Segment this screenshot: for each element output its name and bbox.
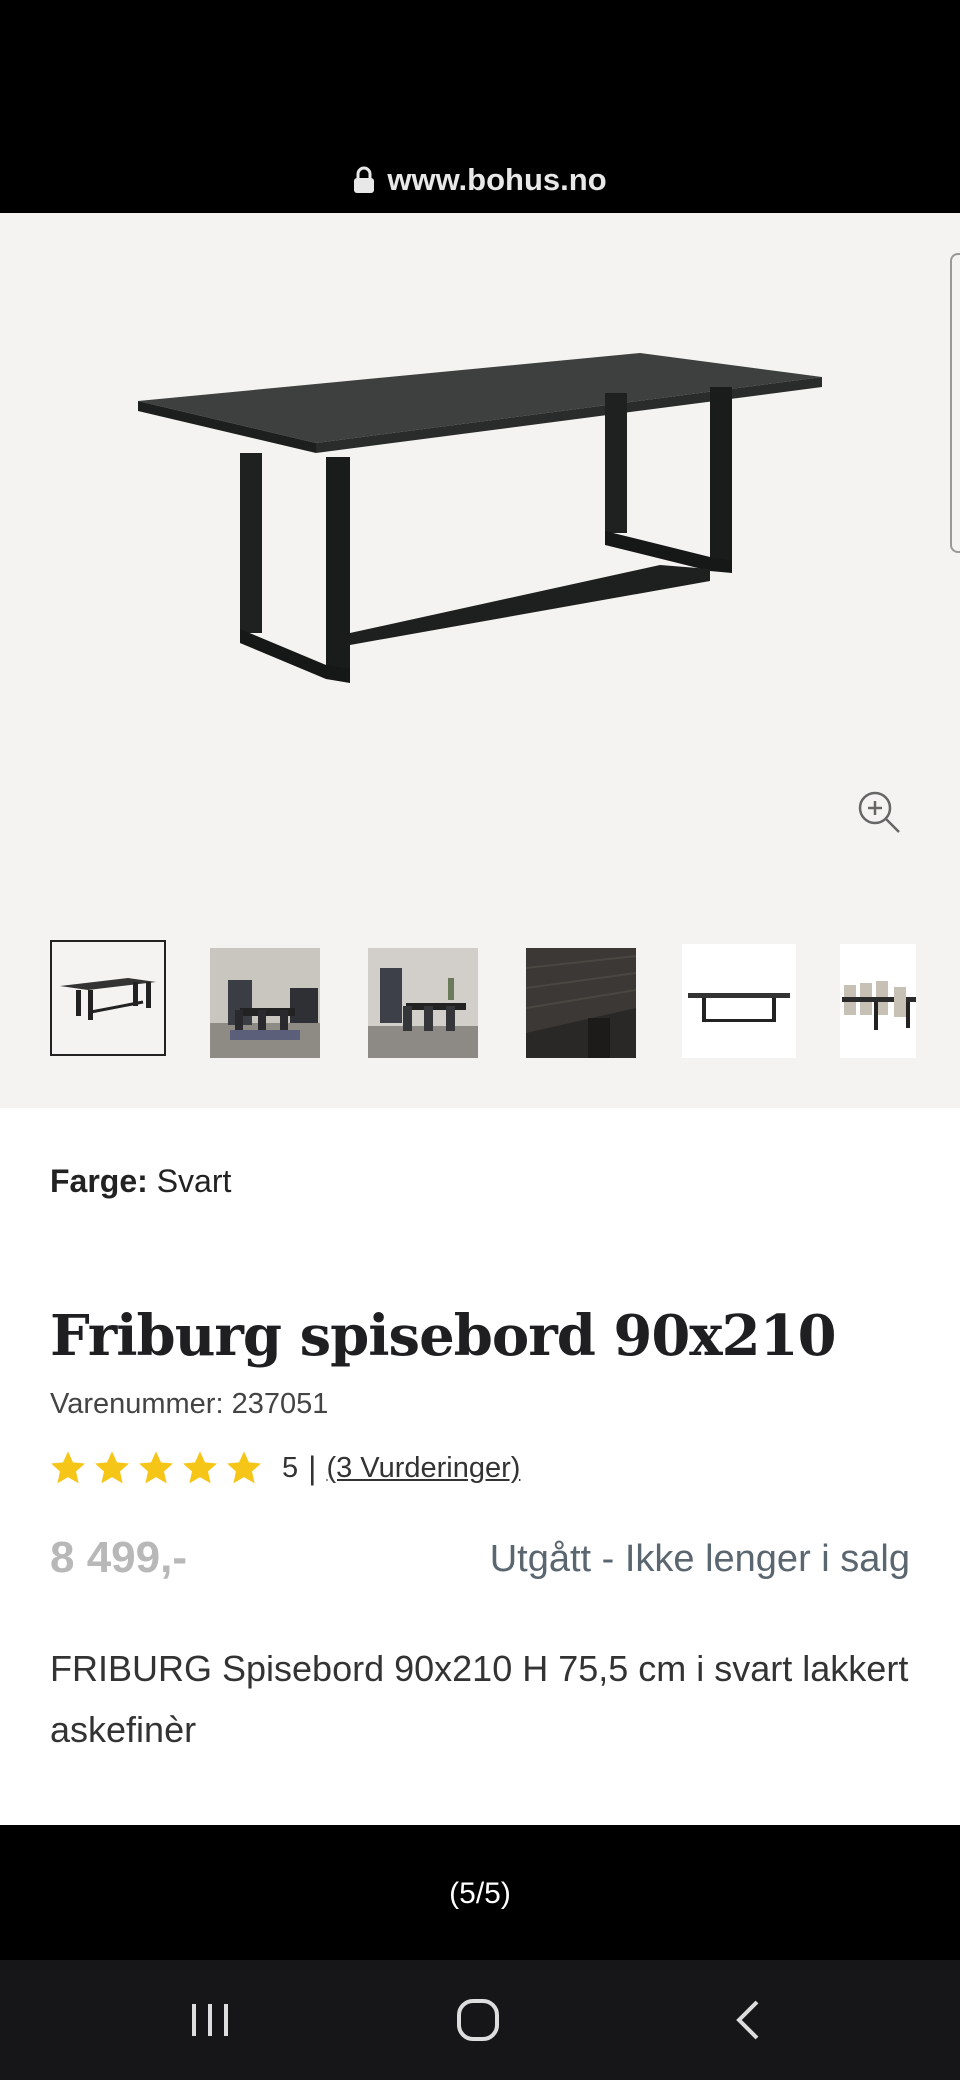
lock-icon xyxy=(353,166,375,194)
rating-value: 5 xyxy=(282,1451,299,1484)
image-counter: (5/5) xyxy=(449,1877,511,1910)
url-bar[interactable]: www.bohus.no xyxy=(0,162,960,198)
thumbnail-table-black[interactable] xyxy=(50,940,166,1056)
color-selector[interactable]: Farge: Svart xyxy=(50,1163,231,1200)
product-main-image[interactable] xyxy=(120,273,840,853)
product-gallery xyxy=(0,213,960,1108)
url-text: www.bohus.no xyxy=(387,162,607,197)
system-navigation-bar xyxy=(0,1960,960,2080)
zoom-in-icon[interactable] xyxy=(855,788,905,838)
product-price: 8 499,- xyxy=(50,1533,187,1582)
thumbnail-dining-room-1[interactable] xyxy=(210,948,320,1058)
star-icon xyxy=(183,1451,217,1484)
reviews-link[interactable]: (3 Vurderinger) xyxy=(326,1452,520,1485)
home-icon[interactable] xyxy=(438,1990,518,2050)
thumbnail-dining-room-2[interactable] xyxy=(368,948,478,1058)
product-info: Farge: Svart Friburg spisebord 90x210 Va… xyxy=(0,1108,960,1825)
thumbnail-wood-closeup[interactable] xyxy=(526,948,636,1058)
availability-status: Utgått - Ikke lenger i salg xyxy=(489,1538,910,1580)
product-description: FRIBURG Spisebord 90x210 H 75,5 cm i sva… xyxy=(50,1648,909,1750)
star-icon xyxy=(51,1451,85,1484)
thumbnail-table-side[interactable] xyxy=(682,944,796,1058)
star-icon xyxy=(227,1451,261,1484)
thumbnail-strip xyxy=(0,940,960,1070)
star-icon xyxy=(95,1451,129,1484)
thumbnail-table-with-chairs[interactable] xyxy=(840,944,916,1058)
rating-summary: 5 | (3 Vurderinger) xyxy=(48,1448,520,1488)
recent-apps-icon[interactable] xyxy=(170,1990,250,2050)
back-icon[interactable] xyxy=(708,1990,788,2050)
product-title: Friburg spisebord 90x210 xyxy=(50,1303,837,1369)
browser-top-bar: www.bohus.no xyxy=(0,0,960,213)
star-icon xyxy=(139,1451,173,1484)
rating-separator: | xyxy=(308,1449,317,1486)
sku-number: Varenummer: 237051 xyxy=(50,1388,329,1420)
color-label: Farge: xyxy=(50,1163,148,1199)
color-value: Svart xyxy=(156,1163,232,1199)
gallery-scroll-indicator[interactable] xyxy=(950,253,960,553)
image-counter-bar: (5/5) xyxy=(0,1825,960,1960)
